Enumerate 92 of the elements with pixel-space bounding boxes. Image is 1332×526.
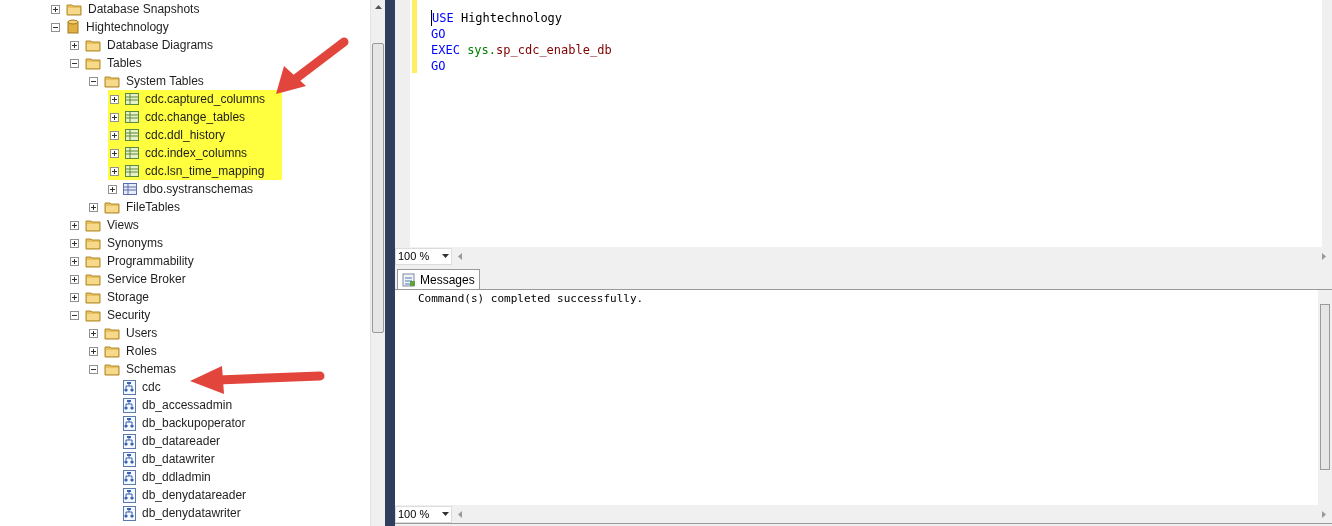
folder-icon [85, 218, 101, 232]
schema-icon [123, 379, 136, 395]
expand-icon[interactable] [110, 148, 119, 158]
scroll-up-icon[interactable] [374, 5, 382, 9]
expand-icon[interactable] [51, 4, 60, 14]
table-icon [125, 93, 139, 105]
messages-icon [402, 272, 416, 287]
schema-icon [123, 397, 136, 413]
tree-item[interactable]: Database Snapshots [88, 0, 200, 18]
collapse-icon[interactable] [89, 76, 98, 86]
folder-icon [85, 236, 101, 250]
tree-item[interactable]: cdc.lsn_time_mapping [145, 162, 265, 180]
folder-icon [85, 290, 101, 304]
tree-item[interactable]: Service Broker [107, 270, 186, 288]
folder-icon [66, 2, 82, 16]
caret-icon [442, 254, 449, 258]
expand-icon[interactable] [108, 184, 117, 194]
tree-item[interactable]: db_ddladmin [142, 468, 211, 486]
folder-icon [104, 200, 120, 214]
tree-item[interactable]: db_denydatawriter [142, 504, 241, 522]
tree-item[interactable]: cdc.captured_columns [145, 90, 266, 108]
tree-item[interactable]: Views [107, 216, 139, 234]
expand-icon[interactable] [110, 94, 119, 104]
tree-item[interactable]: Users [126, 324, 158, 342]
tree-item[interactable]: System Tables [126, 72, 204, 90]
tree-item[interactable]: cdc.ddl_history [145, 126, 226, 144]
tree-item[interactable]: Security [107, 306, 151, 324]
schema-icon [123, 415, 136, 431]
collapse-icon[interactable] [70, 310, 79, 320]
tree-item[interactable]: db_backupoperator [142, 414, 246, 432]
database-icon [66, 19, 80, 35]
collapse-icon[interactable] [70, 58, 79, 68]
tree-item[interactable]: db_accessadmin [142, 396, 233, 414]
expand-icon[interactable] [70, 256, 79, 266]
tree-item[interactable]: Schemas [126, 360, 177, 378]
table-icon [125, 147, 139, 159]
tree-item[interactable]: db_datawriter [142, 450, 215, 468]
tree-item[interactable]: FileTables [126, 198, 181, 216]
folder-icon [104, 344, 120, 358]
zoom-dropdown[interactable]: 100 % [395, 247, 452, 265]
folder-icon [85, 56, 101, 70]
tree-item[interactable]: cdc.change_tables [145, 108, 246, 126]
tree-item[interactable]: Roles [126, 342, 157, 360]
expand-icon[interactable] [70, 274, 79, 284]
expand-icon[interactable] [70, 238, 79, 248]
schema-icon [123, 433, 136, 449]
folder-icon [85, 254, 101, 268]
expand-icon[interactable] [70, 220, 79, 230]
tree-item[interactable]: cdc [142, 378, 161, 396]
caret-icon [442, 512, 449, 516]
tree-item[interactable]: Hightechnology [86, 18, 169, 36]
expand-icon[interactable] [89, 328, 98, 338]
expand-icon[interactable] [89, 346, 98, 356]
vertical-scrollbar[interactable] [1318, 290, 1332, 505]
folder-icon [85, 272, 101, 286]
code-line: GO [431, 58, 447, 74]
expand-icon[interactable] [110, 166, 119, 176]
table-icon [125, 165, 139, 177]
code-line: EXEC sys.sp_cdc_enable_db [431, 42, 613, 58]
folder-icon [104, 362, 120, 376]
tree-item[interactable]: cdc.index_columns [145, 144, 248, 162]
vertical-scrollbar[interactable] [370, 0, 385, 526]
tree-item[interactable]: Synonyms [107, 234, 164, 252]
expand-icon[interactable] [70, 292, 79, 302]
collapse-icon[interactable] [51, 22, 60, 32]
tree-item[interactable]: dbo.systranschemas [143, 180, 254, 198]
folder-icon [104, 74, 120, 88]
tree-item[interactable]: Programmability [107, 252, 194, 270]
tree-item[interactable]: Tables [107, 54, 142, 72]
messages-tab[interactable]: Messages [397, 269, 480, 289]
folder-icon [104, 326, 120, 340]
tree-item[interactable]: db_datareader [142, 432, 221, 450]
table-icon [125, 129, 139, 141]
tree-item[interactable]: Storage [107, 288, 150, 306]
table-icon [125, 111, 139, 123]
folder-icon [85, 308, 101, 322]
folder-icon [85, 38, 101, 52]
expand-icon[interactable] [110, 112, 119, 122]
zoom-dropdown[interactable]: 100 % [395, 505, 452, 523]
tree-item[interactable]: db_denydatareader [142, 486, 247, 504]
expand-icon[interactable] [70, 40, 79, 50]
collapse-icon[interactable] [89, 364, 98, 374]
tree-item[interactable]: Database Diagrams [107, 36, 214, 54]
expand-icon[interactable] [89, 202, 98, 212]
schema-icon [123, 505, 136, 521]
expand-icon[interactable] [110, 130, 119, 140]
schema-icon [123, 487, 136, 503]
code-line: GO [431, 26, 447, 42]
schema-icon [123, 451, 136, 467]
schema-icon [123, 469, 136, 485]
message-text: Command(s) completed successfully. [418, 292, 645, 306]
table-icon [123, 183, 137, 195]
